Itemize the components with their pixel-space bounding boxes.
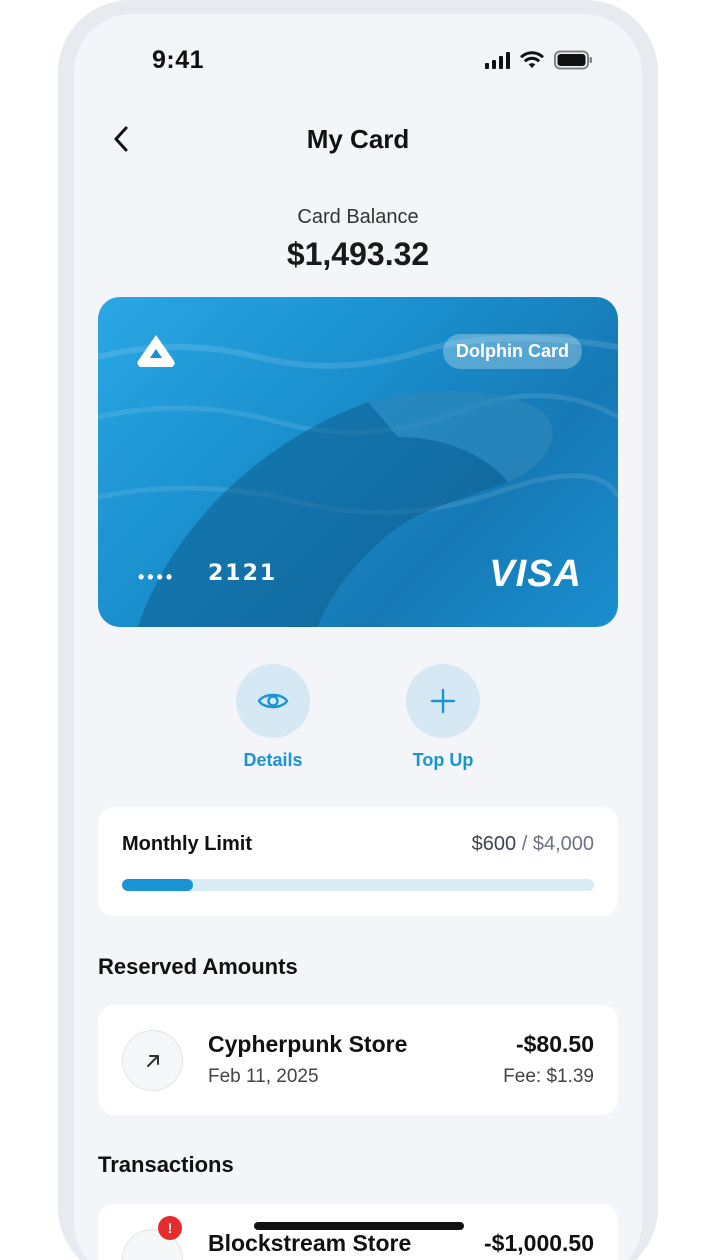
- monthly-limit-separator: /: [521, 833, 528, 855]
- eye-icon: [257, 693, 289, 709]
- details-icon-circle[interactable]: [236, 664, 310, 738]
- reserved-amounts-title: Reserved Amounts: [98, 954, 298, 979]
- phone-screen: 9:41 My Card Card Balance $1,493.32 Dolp…: [74, 14, 642, 1260]
- transactions-title: Transactions: [98, 1152, 234, 1177]
- reserved-item-name: Cypherpunk Store: [208, 1031, 408, 1057]
- reserved-item-fee: Fee: $1.39: [503, 1066, 594, 1087]
- card-masked-dots: ••••: [138, 567, 176, 587]
- monthly-limit-spent: $600: [471, 833, 517, 855]
- monthly-limit-panel: Monthly Limit $600 / $4,000: [98, 807, 618, 916]
- arrow-up-right-icon: [146, 1054, 159, 1067]
- battery-icon: [554, 50, 592, 70]
- payment-card[interactable]: Dolphin Card •••• 2121 VISA: [98, 297, 618, 627]
- balance-label: Card Balance: [297, 206, 419, 228]
- plus-icon: [430, 688, 456, 714]
- top-up-label: Top Up: [412, 750, 474, 770]
- reserved-item[interactable]: Cypherpunk Store Feb 11, 2025 -$80.50 Fe…: [98, 1005, 618, 1115]
- balance-value: $1,493.32: [286, 236, 430, 272]
- card-brand-logo: VISA: [489, 553, 582, 595]
- transaction-name: Blockstream Store: [208, 1230, 412, 1256]
- page-title: My Card: [306, 124, 410, 154]
- card-last-four: 2121: [208, 561, 278, 586]
- monthly-limit-progress-fill: [122, 879, 193, 891]
- top-up-icon-circle[interactable]: [406, 664, 480, 738]
- top-up-button[interactable]: Top Up: [398, 664, 488, 771]
- reserved-item-date: Feb 11, 2025: [208, 1066, 319, 1087]
- details-button[interactable]: Details: [228, 664, 318, 771]
- monthly-limit-values: $600 / $4,000: [472, 833, 594, 856]
- home-indicator[interactable]: [254, 1222, 464, 1230]
- transaction-row[interactable]: ! Blockstream Store -$1,000.50: [98, 1204, 618, 1260]
- transaction-amount: -$1,000.50: [484, 1230, 594, 1256]
- details-label: Details: [243, 750, 303, 770]
- alert-icon: !: [158, 1216, 182, 1240]
- wifi-icon: [520, 51, 544, 68]
- monthly-limit-title: Monthly Limit: [122, 833, 252, 855]
- status-time: 9:41: [152, 46, 205, 74]
- card-type-badge: Dolphin Card: [443, 334, 582, 369]
- monthly-limit-total: $4,000: [532, 833, 594, 855]
- status-icons: [485, 50, 594, 70]
- drop-logo-icon: [137, 335, 175, 368]
- monthly-limit-progress-bar: [122, 879, 594, 891]
- reserved-item-icon-circle: [122, 1030, 183, 1091]
- reserved-item-amount: -$80.50: [515, 1031, 594, 1057]
- cellular-signal-icon: [485, 51, 510, 69]
